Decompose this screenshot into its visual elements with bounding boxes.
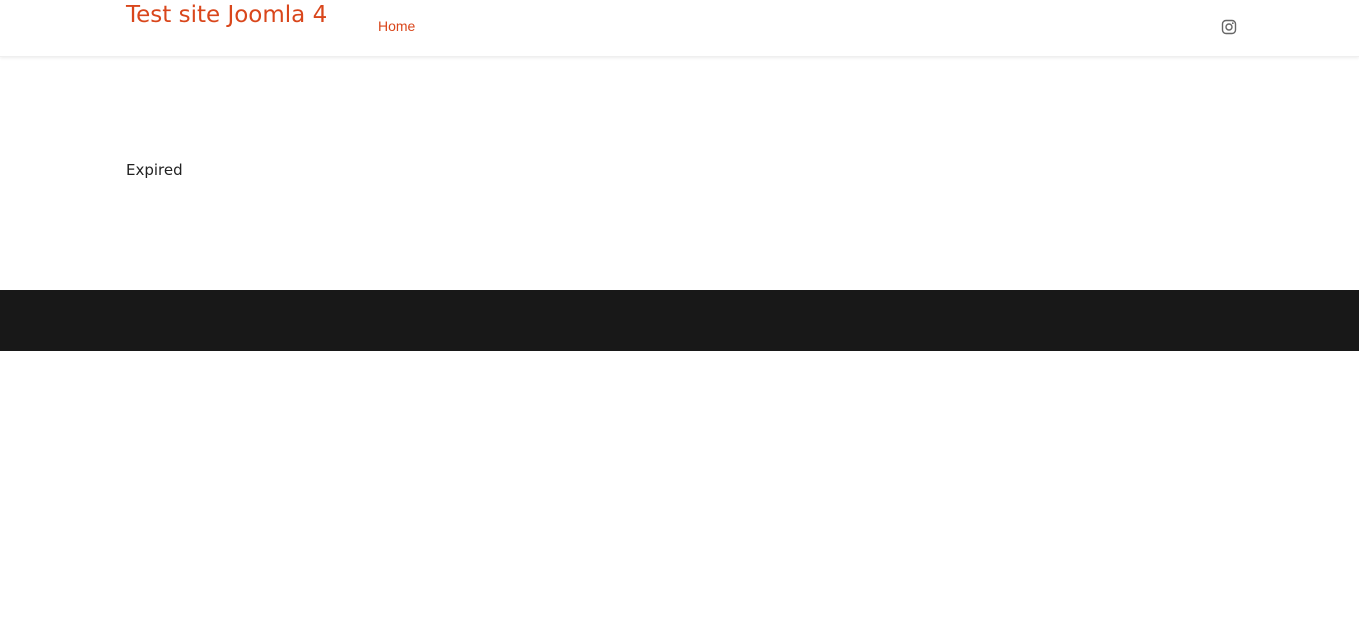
- site-title-link[interactable]: Test site Joomla 4: [126, 0, 327, 30]
- site-footer: [0, 290, 1359, 351]
- instagram-icon: [1221, 19, 1237, 35]
- nav-item-home[interactable]: Home: [378, 18, 415, 34]
- instagram-link[interactable]: [1221, 19, 1237, 35]
- expired-message: Expired: [126, 161, 183, 179]
- site-header: Test site Joomla 4 Home: [0, 0, 1359, 57]
